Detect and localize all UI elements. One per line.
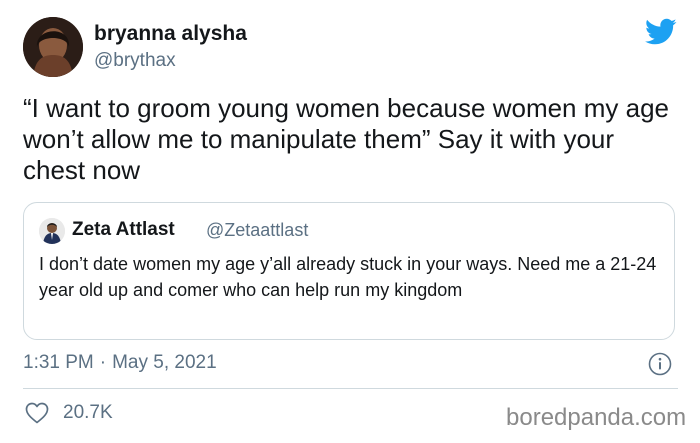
author-avatar[interactable] bbox=[23, 17, 83, 77]
divider bbox=[23, 388, 678, 389]
quoted-tweet-text: I don’t date women my age y’all already … bbox=[39, 254, 657, 300]
heart-icon bbox=[25, 402, 49, 424]
author-name[interactable]: bryanna alysha bbox=[94, 22, 247, 46]
like-count: 20.7K bbox=[63, 402, 113, 423]
boredpanda-watermark: boredpanda.com bbox=[506, 404, 687, 431]
tweet-card: bryanna alysha @brythax “I want to groom… bbox=[0, 0, 700, 443]
tweet-time: 1:31 PM bbox=[23, 352, 94, 373]
quoted-author-name[interactable]: Zeta Attlast bbox=[72, 219, 175, 241]
timestamp-separator: · bbox=[99, 352, 107, 373]
quoted-author-handle[interactable]: @Zetaattlast bbox=[206, 220, 308, 241]
tweet-timestamp[interactable]: 1:31 PM · May 5, 2021 bbox=[23, 352, 217, 374]
info-icon[interactable] bbox=[648, 352, 672, 376]
tweet-date: May 5, 2021 bbox=[112, 352, 217, 373]
like-button[interactable]: 20.7K bbox=[25, 402, 113, 424]
twitter-bird-icon[interactable] bbox=[645, 18, 677, 46]
author-handle[interactable]: @brythax bbox=[94, 50, 176, 72]
quoted-tweet[interactable]: Zeta Attlast @Zetaattlast I don’t date w… bbox=[23, 202, 675, 340]
quoted-author-avatar[interactable] bbox=[39, 218, 65, 244]
tweet-text: “I want to groom young women because wom… bbox=[23, 93, 670, 185]
